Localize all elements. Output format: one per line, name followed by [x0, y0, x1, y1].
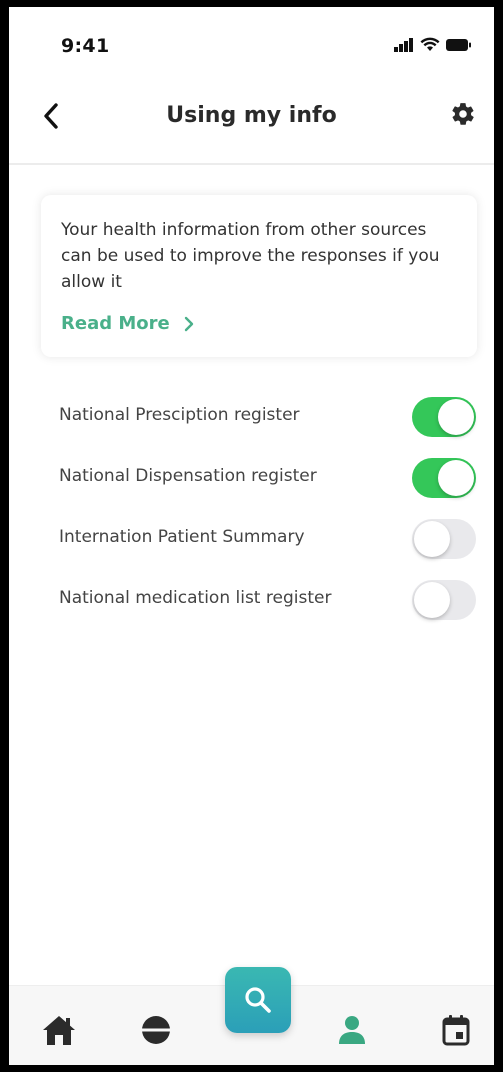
- home-icon: [43, 1016, 75, 1045]
- toggle-knob: [438, 399, 474, 435]
- national-dispensation-toggle[interactable]: [412, 458, 476, 498]
- battery-icon: [446, 38, 471, 51]
- toggle-row-national-medication-list: National medication list register: [9, 578, 494, 624]
- toggle-label: National medication list register: [59, 588, 332, 608]
- toggle-label: National Dispensation register: [59, 466, 317, 486]
- header: Using my info: [9, 87, 494, 165]
- settings-button[interactable]: [446, 97, 480, 131]
- toggle-row-international-patient-summary: Internation Patient Summary: [9, 517, 494, 563]
- toggle-row-national-prescription: National Presciption register: [9, 395, 494, 441]
- international-patient-summary-toggle[interactable]: [412, 519, 476, 559]
- status-time: 9:41: [61, 35, 110, 57]
- nav-calendar[interactable]: [436, 1010, 476, 1050]
- toggle-knob: [438, 460, 474, 496]
- read-more-label: Read More: [61, 313, 170, 334]
- cellular-signal-icon: [394, 37, 413, 52]
- national-prescription-toggle[interactable]: [412, 397, 476, 437]
- info-text: Your health information from other sourc…: [61, 220, 440, 292]
- toggle-knob: [414, 582, 450, 618]
- read-more-link[interactable]: Read More: [61, 313, 194, 334]
- calendar-icon: [442, 1015, 470, 1046]
- toggle-label: National Presciption register: [59, 405, 300, 425]
- info-card: Your health information from other sourc…: [41, 195, 477, 357]
- nav-medications[interactable]: [136, 1010, 176, 1050]
- status-icons: [394, 37, 472, 52]
- chevron-right-icon: [184, 316, 193, 331]
- toggle-row-national-dispensation: National Dispensation register: [9, 456, 494, 502]
- page-title: Using my info: [166, 103, 337, 128]
- search-icon: [245, 987, 271, 1013]
- toggle-knob: [414, 521, 450, 557]
- wifi-icon: [420, 37, 440, 51]
- nav-home[interactable]: [39, 1010, 79, 1050]
- pill-icon: [142, 1016, 170, 1044]
- national-medication-list-toggle[interactable]: [412, 580, 476, 620]
- gear-icon: [452, 103, 474, 125]
- toggle-label: Internation Patient Summary: [59, 527, 305, 547]
- profile-icon: [339, 1016, 365, 1044]
- phone-screen: 9:41 Using my info Your health informati…: [9, 7, 494, 1065]
- nav-profile[interactable]: [332, 1010, 372, 1050]
- status-bar: 9:41: [9, 7, 494, 87]
- search-button[interactable]: [225, 967, 291, 1033]
